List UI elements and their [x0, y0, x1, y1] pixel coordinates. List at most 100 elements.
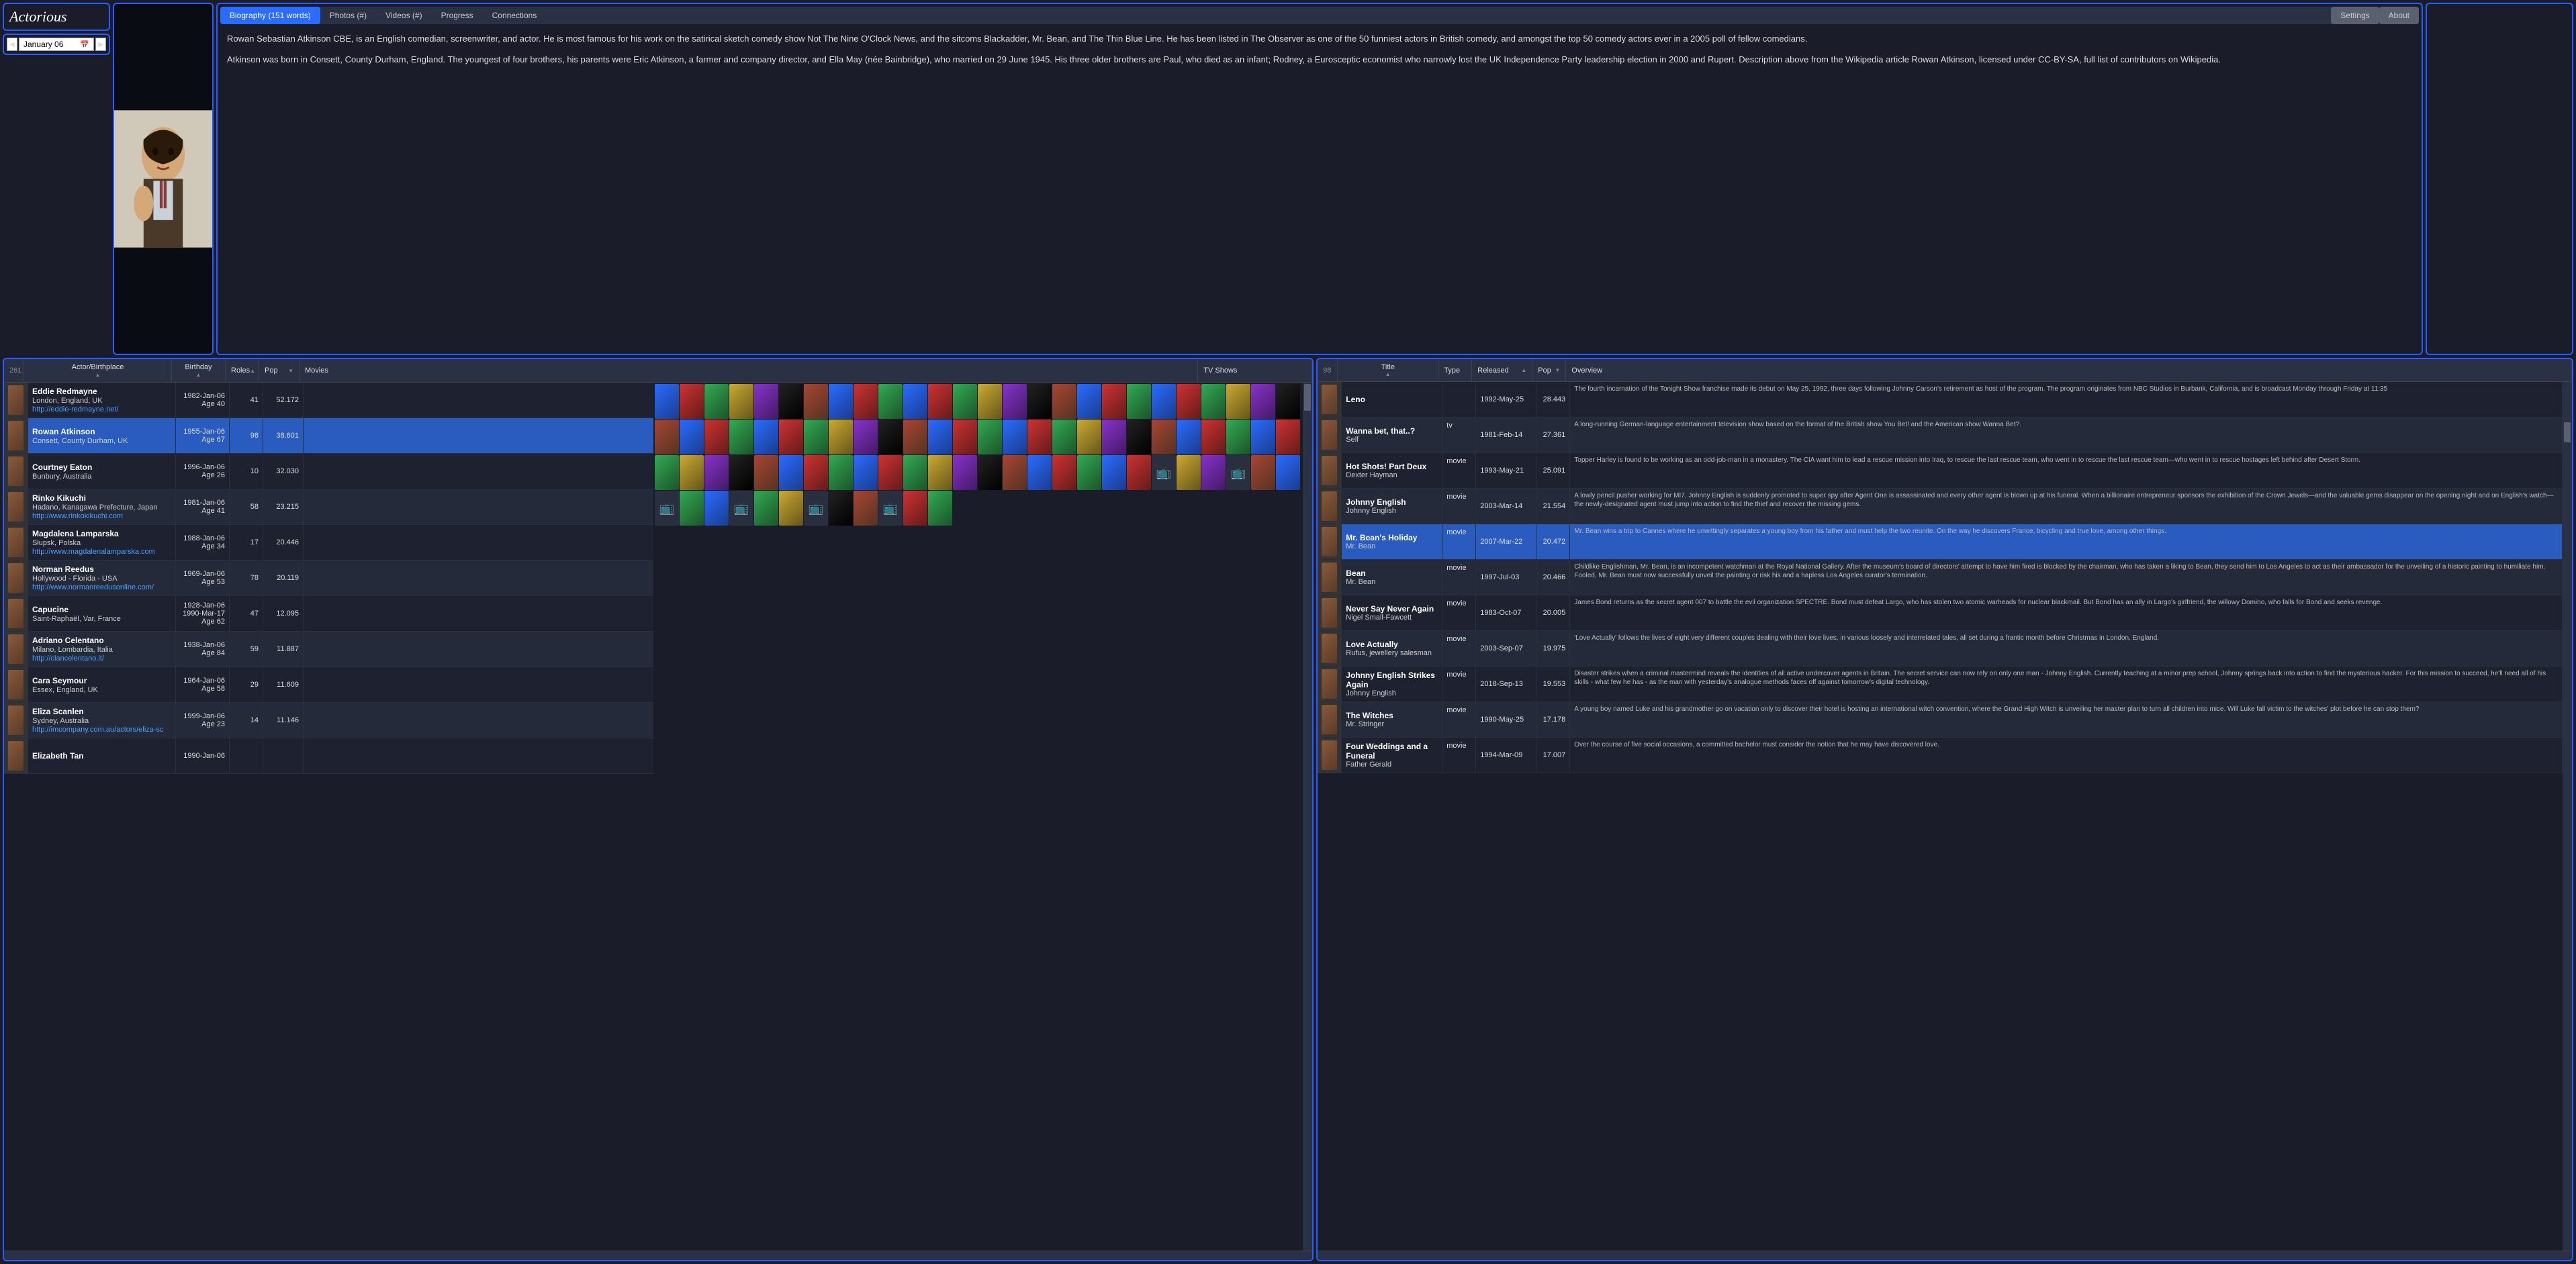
- movie-poster[interactable]: [1003, 384, 1027, 419]
- actor-row[interactable]: Adriano Celentano Milano, Lombardia, Ita…: [4, 632, 653, 667]
- movie-poster[interactable]: [878, 455, 903, 490]
- actor-link[interactable]: http://www.magdalenalamparska.com: [32, 548, 171, 556]
- movie-poster[interactable]: [854, 384, 878, 419]
- title-row[interactable]: The Witches Mr. Stringer movie 1990-May-…: [1318, 702, 2563, 738]
- movie-poster[interactable]: [903, 455, 927, 490]
- movie-poster[interactable]: [829, 455, 853, 490]
- movie-poster[interactable]: [854, 491, 878, 526]
- title-row[interactable]: Never Say Never Again Nigel Small-Fawcet…: [1318, 595, 2563, 631]
- movie-poster[interactable]: [1226, 420, 1250, 454]
- tv-icon[interactable]: 📺: [655, 491, 679, 526]
- tab-settings[interactable]: Settings: [2331, 7, 2379, 24]
- movie-poster[interactable]: [903, 384, 927, 419]
- col-birthday[interactable]: Birthday▲: [172, 359, 226, 382]
- titles-scrollbar[interactable]: [2563, 382, 2572, 1251]
- actor-row[interactable]: Magdalena Lamparska Słupsk, Polska http:…: [4, 525, 653, 561]
- movie-poster[interactable]: [1251, 455, 1275, 490]
- movie-poster[interactable]: [754, 420, 778, 454]
- title-row[interactable]: Love Actually Rufus, jewellery salesman …: [1318, 631, 2563, 667]
- date-prev-button[interactable]: ◀: [7, 38, 17, 51]
- title-row[interactable]: Bean Mr. Bean movie 1997-Jul-03 20.466 C…: [1318, 560, 2563, 595]
- movie-poster[interactable]: [1077, 384, 1101, 419]
- tab-connections[interactable]: Connections: [483, 7, 547, 24]
- movie-poster[interactable]: [928, 384, 952, 419]
- date-next-button[interactable]: ▶: [95, 38, 106, 51]
- actor-link[interactable]: http://www.normanreedusonline.com/: [32, 583, 171, 591]
- movie-poster[interactable]: [928, 491, 952, 526]
- tab-biography[interactable]: Biography (151 words): [220, 7, 320, 24]
- movie-poster[interactable]: [953, 384, 977, 419]
- movie-poster[interactable]: [1251, 420, 1275, 454]
- tab-photos[interactable]: Photos (#): [320, 7, 376, 24]
- movie-poster[interactable]: [1152, 384, 1176, 419]
- movie-poster[interactable]: [704, 384, 729, 419]
- col-pop[interactable]: Pop▼: [1532, 359, 1566, 381]
- tab-about[interactable]: About: [2379, 7, 2419, 24]
- title-row[interactable]: Hot Shots! Part Deux Dexter Hayman movie…: [1318, 453, 2563, 489]
- actor-link[interactable]: http://eddie-redmayne.net/: [32, 405, 171, 414]
- movie-poster[interactable]: [1027, 384, 1052, 419]
- tv-icon[interactable]: 📺: [804, 491, 828, 526]
- col-pop[interactable]: Pop▼: [259, 359, 300, 382]
- movie-poster[interactable]: [1152, 420, 1176, 454]
- title-row[interactable]: Wanna bet, that..? Self tv 1981-Feb-14 2…: [1318, 418, 2563, 453]
- tab-videos[interactable]: Videos (#): [376, 7, 431, 24]
- movie-poster[interactable]: [754, 491, 778, 526]
- title-row[interactable]: Leno 1992-May-25 28.443 The fourth incar…: [1318, 382, 2563, 418]
- movie-poster[interactable]: [1127, 384, 1151, 419]
- movie-poster[interactable]: [729, 384, 753, 419]
- movie-poster[interactable]: [1003, 455, 1027, 490]
- movie-poster[interactable]: [1177, 455, 1201, 490]
- movie-poster[interactable]: [878, 384, 903, 419]
- movie-poster[interactable]: [754, 455, 778, 490]
- title-row[interactable]: Mr. Bean's Holiday Mr. Bean movie 2007-M…: [1318, 524, 2563, 560]
- movie-poster[interactable]: [978, 420, 1002, 454]
- tv-icon[interactable]: 📺: [1226, 455, 1250, 490]
- movie-poster[interactable]: [1177, 420, 1201, 454]
- movie-poster[interactable]: [779, 455, 803, 490]
- movie-poster[interactable]: [804, 384, 828, 419]
- col-tv[interactable]: TV Shows: [1198, 359, 1312, 382]
- calendar-icon[interactable]: 📅: [80, 40, 89, 49]
- tv-icon[interactable]: 📺: [878, 491, 903, 526]
- col-type[interactable]: Type: [1438, 359, 1472, 381]
- movie-poster[interactable]: [928, 455, 952, 490]
- movie-poster[interactable]: [779, 420, 803, 454]
- col-title[interactable]: Title▲: [1338, 359, 1438, 381]
- movie-poster[interactable]: [1052, 420, 1076, 454]
- movie-poster[interactable]: [804, 455, 828, 490]
- movie-poster[interactable]: [854, 455, 878, 490]
- movie-poster[interactable]: [1251, 384, 1275, 419]
- movie-poster[interactable]: [729, 455, 753, 490]
- actor-row[interactable]: Rinko Kikuchi Hadano, Kanagawa Prefectur…: [4, 489, 653, 525]
- movie-poster[interactable]: [903, 491, 927, 526]
- col-movies[interactable]: Movies: [300, 359, 1198, 382]
- movie-poster[interactable]: [1276, 455, 1300, 490]
- movie-poster[interactable]: [953, 420, 977, 454]
- actor-row[interactable]: Cara Seymour Essex, England, UK 1964-Jan…: [4, 667, 653, 703]
- tv-icon[interactable]: 📺: [729, 491, 753, 526]
- movie-poster[interactable]: [1102, 420, 1126, 454]
- movie-poster[interactable]: [655, 455, 679, 490]
- col-roles[interactable]: Roles▲: [226, 359, 259, 382]
- movie-poster[interactable]: [704, 420, 729, 454]
- tab-progress[interactable]: Progress: [432, 7, 483, 24]
- movie-poster[interactable]: [978, 384, 1002, 419]
- col-actor[interactable]: Actor/Birthplace▲: [24, 359, 172, 382]
- movie-poster[interactable]: [704, 455, 729, 490]
- actors-grid-body[interactable]: Eddie Redmayne London, England, UK http:…: [4, 383, 653, 1251]
- movie-poster[interactable]: [804, 420, 828, 454]
- movie-poster[interactable]: [829, 491, 853, 526]
- movie-poster[interactable]: [1102, 384, 1126, 419]
- tv-icon[interactable]: 📺: [1152, 455, 1176, 490]
- movie-poster[interactable]: [903, 420, 927, 454]
- actor-row[interactable]: Eliza Scanlen Sydney, Australia http://i…: [4, 703, 653, 738]
- movie-poster[interactable]: [854, 420, 878, 454]
- actor-link[interactable]: http://www.rinkokikuchi.com: [32, 512, 171, 520]
- movie-poster[interactable]: [1226, 384, 1250, 419]
- movie-poster[interactable]: [878, 420, 903, 454]
- actor-row[interactable]: Courtney Eaton Bunbury, Australia 1996-J…: [4, 454, 653, 489]
- movie-poster[interactable]: [829, 384, 853, 419]
- movie-poster[interactable]: [680, 491, 704, 526]
- movie-poster[interactable]: [655, 384, 679, 419]
